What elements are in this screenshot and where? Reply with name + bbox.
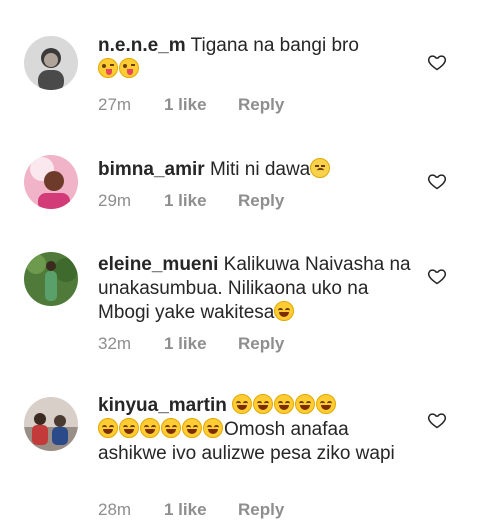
face-with-tears-of-joy-emoji (295, 394, 316, 414)
comment-body: Tigana na bangi bro (190, 35, 359, 56)
username[interactable]: n.e.n.e_m (98, 35, 186, 56)
face-with-tears-of-joy-emoji (203, 418, 223, 438)
heart-outline-icon[interactable] (427, 171, 447, 191)
comment-text: kinyua_martin Omosh anafaa ashikwe ivo a… (98, 394, 416, 466)
like-count[interactable]: 1 like (164, 95, 207, 115)
comment-item: kinyua_martin Omosh anafaa ashikwe ivo a… (0, 380, 480, 523)
comment-item: bimna_amir Miti ni dawa 29m 1 like Reply (0, 125, 480, 240)
winking-face-with-tongue-emoji (119, 58, 139, 78)
comment-text: bimna_amir Miti ni dawa (98, 158, 416, 182)
face-with-tears-of-joy-emoji (274, 394, 295, 414)
like-count[interactable]: 1 like (164, 191, 207, 211)
reply-button[interactable]: Reply (238, 334, 284, 354)
face-with-tears-of-joy-emoji (274, 301, 295, 321)
reply-button[interactable]: Reply (238, 95, 284, 115)
avatar[interactable] (24, 397, 78, 451)
face-with-tears-of-joy-emoji (316, 394, 337, 414)
reply-button[interactable]: Reply (238, 500, 284, 520)
sick-face-emoji (310, 158, 331, 178)
comment-item: eleine_mueni Kalikuwa Naivasha na unakas… (0, 240, 480, 380)
face-with-tears-of-joy-emoji (182, 418, 202, 438)
avatar[interactable] (24, 36, 78, 90)
like-count[interactable]: 1 like (164, 500, 207, 520)
timestamp: 32m (98, 334, 132, 353)
comment-item: n.e.n.e_m Tigana na bangi bro 27m 1 like… (0, 0, 480, 125)
username[interactable]: eleine_mueni (98, 254, 218, 275)
comment-text: eleine_mueni Kalikuwa Naivasha na unakas… (98, 253, 416, 325)
face-with-tears-of-joy-emoji (119, 418, 139, 438)
timestamp: 28m (98, 500, 132, 519)
username[interactable]: kinyua_martin (98, 395, 227, 416)
heart-outline-icon[interactable] (427, 410, 447, 430)
comment-text: n.e.n.e_m Tigana na bangi bro (98, 34, 416, 82)
reply-button[interactable]: Reply (238, 191, 284, 211)
winking-face-with-tongue-emoji (98, 58, 118, 78)
face-with-tears-of-joy-emoji (140, 418, 160, 438)
face-with-tears-of-joy-emoji (232, 394, 253, 414)
face-with-tears-of-joy-emoji (98, 418, 118, 438)
avatar[interactable] (24, 155, 78, 209)
username[interactable]: bimna_amir (98, 159, 205, 180)
like-count[interactable]: 1 like (164, 334, 207, 354)
face-with-tears-of-joy-emoji (161, 418, 181, 438)
heart-outline-icon[interactable] (427, 52, 447, 72)
face-with-tears-of-joy-emoji (253, 394, 274, 414)
comment-body: Miti ni dawa (209, 159, 311, 180)
timestamp: 29m (98, 191, 132, 210)
avatar[interactable] (24, 252, 78, 306)
timestamp: 27m (98, 95, 132, 114)
heart-outline-icon[interactable] (427, 266, 447, 286)
